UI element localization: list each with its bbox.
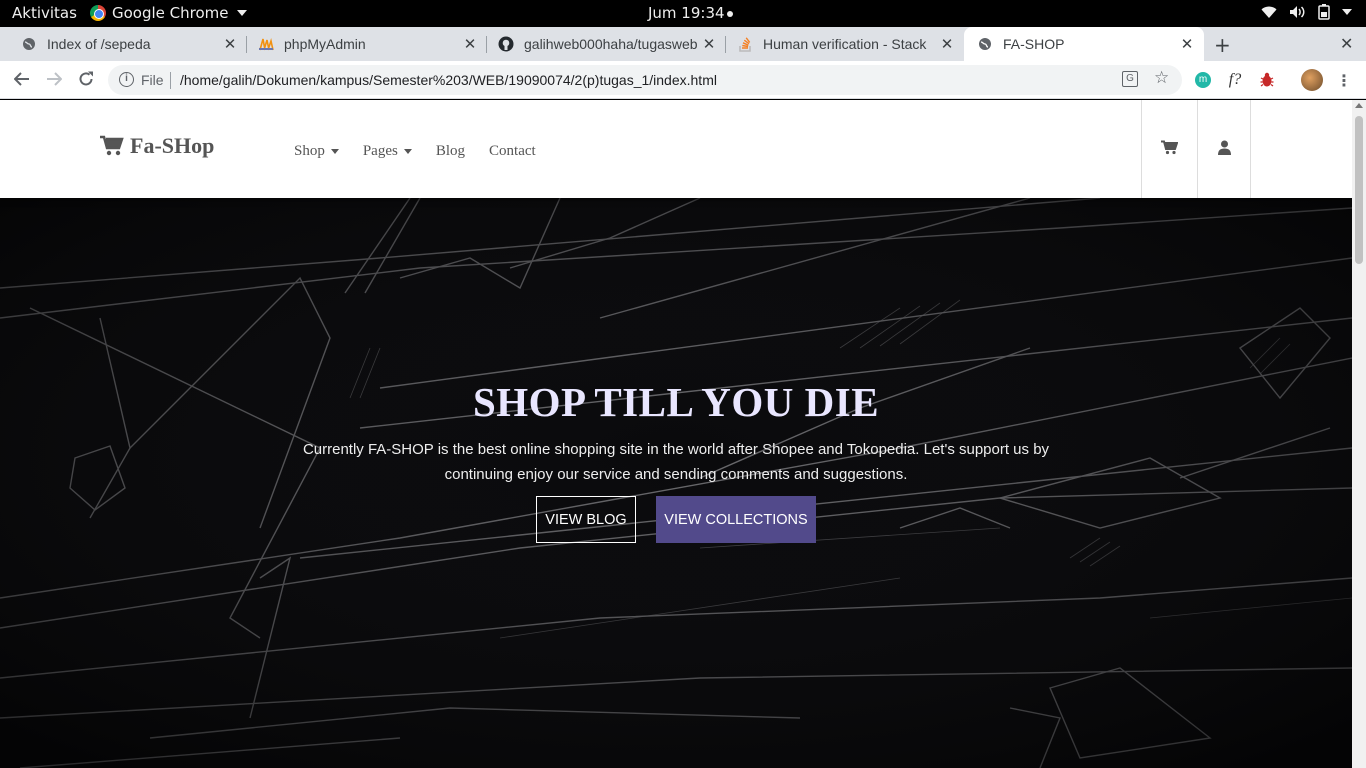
tab-title: Index of /sepeda <box>47 36 151 52</box>
web-page: Fa-SHop Shop Pages Blog Contact SHOP TIL… <box>0 100 1352 768</box>
close-tab-icon[interactable]: ✕ <box>701 35 717 53</box>
cart-icon <box>1161 140 1178 154</box>
tab-title: phpMyAdmin <box>284 36 366 52</box>
hero-title: SHOP TILL YOU DIE <box>472 379 880 425</box>
close-tab-icon[interactable]: ✕ <box>462 35 478 53</box>
brand-name: Fa-SHop <box>130 133 215 158</box>
hero-description: Currently FA-SHOP is the best online sho… <box>302 441 1050 483</box>
navbar-icons <box>1141 100 1251 198</box>
site-navbar: Fa-SHop Shop Pages Blog Contact <box>0 100 1352 198</box>
reload-button[interactable] <box>76 69 96 89</box>
activities-button[interactable]: Aktivitas <box>12 4 77 22</box>
extension-bug-button[interactable] <box>1257 70 1277 90</box>
tab-title: FA-SHOP <box>1003 36 1065 52</box>
battery-icon <box>1318 4 1330 20</box>
system-status-area[interactable] <box>1261 4 1352 20</box>
menu-item-contact[interactable]: Contact <box>489 143 536 160</box>
chevron-down-icon <box>236 10 247 16</box>
close-tab-icon[interactable]: ✕ <box>222 35 238 53</box>
app-name: Google Chrome <box>112 4 229 22</box>
phpmyadmin-icon <box>258 36 274 52</box>
arrow-right-icon <box>47 72 62 86</box>
user-icon <box>1217 140 1231 155</box>
close-window-icon[interactable]: ✕ <box>1340 34 1353 53</box>
view-blog-button[interactable]: VIEW BLOG <box>536 496 636 543</box>
cart-icon <box>100 135 124 156</box>
stackoverflow-icon <box>737 36 753 52</box>
account-button[interactable] <box>1197 100 1251 198</box>
tab-phpmyadmin[interactable]: phpMyAdmin ✕ <box>237 27 487 61</box>
menu-kebab-icon[interactable]: ⋮ <box>1334 70 1354 90</box>
bug-icon <box>1260 72 1274 87</box>
site-logo[interactable]: Fa-SHop <box>100 133 214 159</box>
scroll-up-arrow-icon[interactable] <box>1355 103 1363 108</box>
view-collections-button[interactable]: VIEW COLLECTIONS <box>656 496 816 543</box>
tab-title: galihweb000haha/tugasweb <box>524 36 698 52</box>
clock[interactable]: Jum 19:34 <box>648 4 733 22</box>
page-scrollbar[interactable] <box>1352 100 1366 768</box>
info-icon[interactable]: i <box>119 72 134 87</box>
hero-section: SHOP TILL YOU DIE Currently FA-SHOP is t… <box>0 198 1352 768</box>
app-menu[interactable]: Google Chrome <box>90 4 247 22</box>
tab-title: Human verification - Stack <box>763 36 927 52</box>
new-tab-button[interactable]: + <box>1214 33 1231 57</box>
notification-dot-icon <box>726 10 733 17</box>
system-top-bar: Aktivitas Google Chrome Jum 19:34 <box>0 0 1366 27</box>
volume-icon <box>1290 6 1305 18</box>
tab-stackoverflow[interactable]: Human verification - Stack ✕ <box>716 27 964 61</box>
profile-avatar[interactable] <box>1301 69 1323 91</box>
globe-icon <box>977 36 993 52</box>
url-text[interactable]: /home/galih/Dokumen/kampus/Semester%203/… <box>180 72 717 88</box>
menu-item-pages[interactable]: Pages <box>363 143 412 160</box>
tab-github[interactable]: galihweb000haha/tugasweb ✕ <box>477 27 726 61</box>
chrome-icon <box>90 5 106 21</box>
forward-button[interactable] <box>44 69 64 89</box>
caret-down-icon <box>403 149 412 154</box>
scheme-label: File <box>141 72 164 88</box>
address-bar[interactable]: i File /home/galih/Dokumen/kampus/Semest… <box>108 65 1182 95</box>
reload-icon <box>79 71 93 86</box>
extension-m-button[interactable]: m <box>1193 70 1213 90</box>
github-icon <box>498 36 514 52</box>
tab-strip: Index of /sepeda ✕ phpMyAdmin ✕ galihweb… <box>0 27 1366 61</box>
browser-toolbar: i File /home/galih/Dokumen/kampus/Semest… <box>0 61 1366 99</box>
close-tab-icon[interactable]: ✕ <box>939 35 955 53</box>
tab-fa-shop[interactable]: FA-SHOP ✕ <box>964 27 1204 61</box>
scrollbar-thumb[interactable] <box>1355 116 1363 264</box>
main-menu: Shop Pages Blog Contact <box>294 143 560 160</box>
back-button[interactable] <box>12 69 32 89</box>
divider <box>170 72 171 89</box>
caret-down-icon <box>330 149 339 154</box>
bookmark-star-icon[interactable]: ☆ <box>1154 68 1169 88</box>
close-tab-icon[interactable]: ✕ <box>1179 35 1195 53</box>
menu-item-shop[interactable]: Shop <box>294 143 339 160</box>
arrow-left-icon <box>14 72 29 86</box>
globe-icon <box>21 36 37 52</box>
extension-m-icon: m <box>1195 72 1211 88</box>
menu-item-blog[interactable]: Blog <box>436 143 465 160</box>
extension-formula-button[interactable]: f? <box>1225 70 1245 90</box>
wifi-icon <box>1261 6 1277 18</box>
chevron-down-icon <box>1342 9 1352 15</box>
cart-button[interactable] <box>1141 100 1197 198</box>
translate-icon[interactable]: G <box>1122 71 1138 87</box>
tab-index-sepeda[interactable]: Index of /sepeda ✕ <box>0 27 247 61</box>
